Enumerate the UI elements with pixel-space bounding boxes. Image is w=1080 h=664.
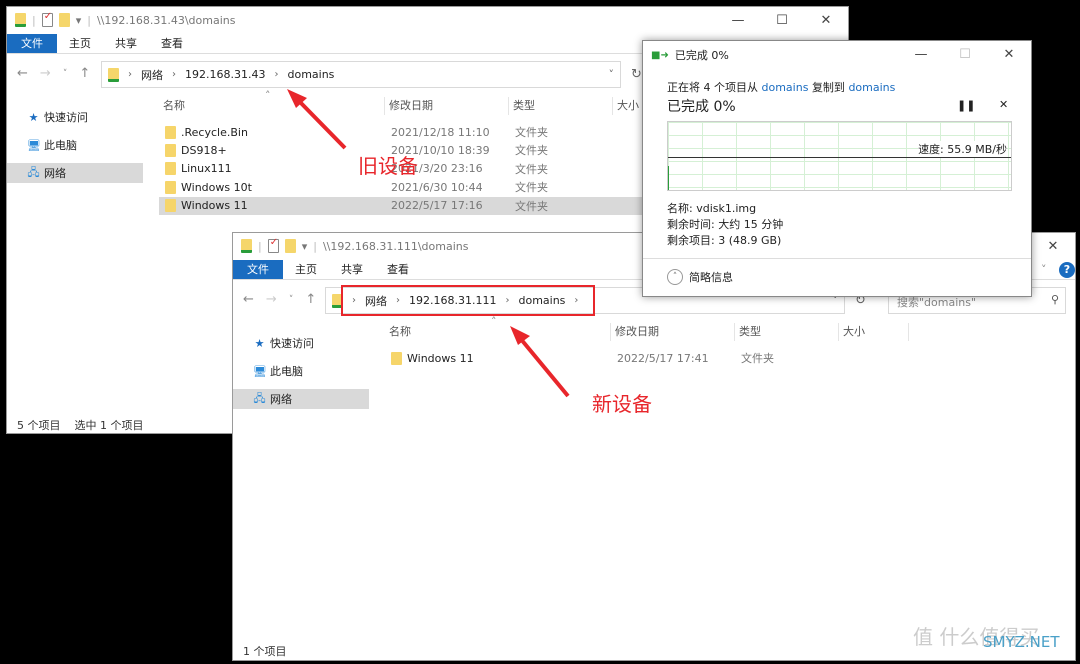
highlight-box bbox=[341, 285, 595, 316]
arrow-new bbox=[518, 336, 570, 398]
arrow-old bbox=[296, 98, 347, 150]
annotation-arrows bbox=[287, 89, 595, 398]
annotation-old-device: 旧设备 bbox=[358, 154, 418, 178]
annotation-new-device: 新设备 bbox=[592, 392, 652, 416]
arrowhead-new bbox=[510, 326, 530, 345]
